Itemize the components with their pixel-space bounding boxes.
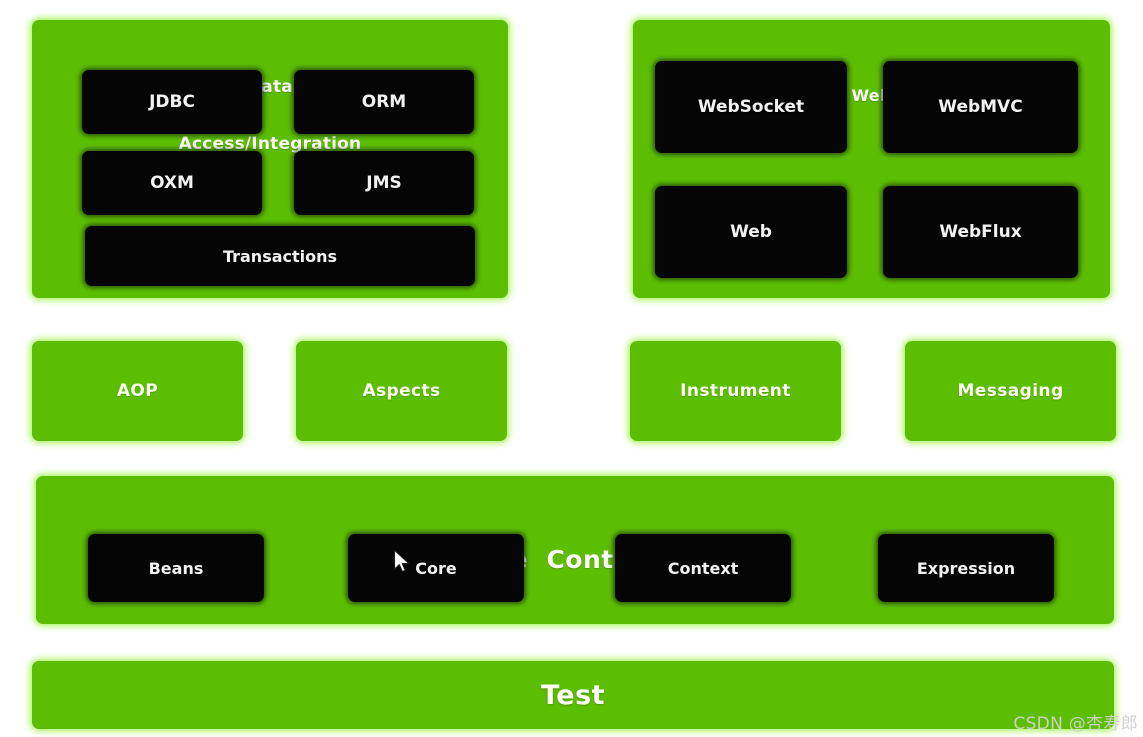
module-label-web: Web	[730, 222, 772, 242]
module-label-core: Core	[415, 558, 457, 578]
module-label-orm: ORM	[361, 92, 407, 112]
module-label-instrument: Instrument	[680, 381, 791, 401]
module-core[interactable]: Core	[348, 534, 524, 602]
module-aspects[interactable]: Aspects	[296, 341, 507, 441]
module-label-websocket: WebSocket	[697, 97, 805, 117]
module-label-oxm: OXM	[150, 173, 194, 193]
module-label-aspects: Aspects	[362, 381, 441, 401]
test-label: Test	[540, 679, 606, 711]
module-webmvc[interactable]: WebMVC	[883, 61, 1078, 153]
module-label-aop: AOP	[116, 381, 159, 401]
module-label-messaging: Messaging	[957, 381, 1064, 401]
module-label-jms: JMS	[366, 173, 402, 193]
module-beans[interactable]: Beans	[88, 534, 264, 602]
module-messaging[interactable]: Messaging	[905, 341, 1116, 441]
module-oxm[interactable]: OXM	[82, 151, 262, 215]
watermark-text: CSDN @杏寿郎	[1013, 714, 1138, 734]
module-orm[interactable]: ORM	[294, 70, 474, 134]
module-web[interactable]: Web	[655, 186, 847, 278]
module-label-transactions: Transactions	[222, 246, 338, 266]
panel-core-container: Core Container Beans Core Context Expres…	[36, 476, 1114, 624]
module-context[interactable]: Context	[615, 534, 791, 602]
module-label-jdbc: JDBC	[149, 92, 195, 112]
module-instrument[interactable]: Instrument	[630, 341, 841, 441]
module-label-webflux: WebFlux	[939, 222, 1022, 242]
module-transactions[interactable]: Transactions	[85, 226, 475, 286]
module-label-context: Context	[667, 558, 739, 578]
module-label-beans: Beans	[148, 558, 204, 578]
module-jms[interactable]: JMS	[294, 151, 474, 215]
panel-test[interactable]: Test	[32, 661, 1114, 729]
module-expression[interactable]: Expression	[878, 534, 1054, 602]
module-aop[interactable]: AOP	[32, 341, 243, 441]
module-webflux[interactable]: WebFlux	[883, 186, 1078, 278]
panel-data-access-integration: Data Access/Integration JDBC ORM OXM JMS…	[32, 20, 508, 298]
module-label-expression: Expression	[916, 558, 1016, 578]
module-label-webmvc: WebMVC	[938, 97, 1023, 117]
module-jdbc[interactable]: JDBC	[82, 70, 262, 134]
module-websocket[interactable]: WebSocket	[655, 61, 847, 153]
panel-web: Web WebSocket WebMVC Web WebFlux	[633, 20, 1110, 298]
diagram-canvas: Data Access/Integration JDBC ORM OXM JMS…	[0, 0, 1143, 737]
